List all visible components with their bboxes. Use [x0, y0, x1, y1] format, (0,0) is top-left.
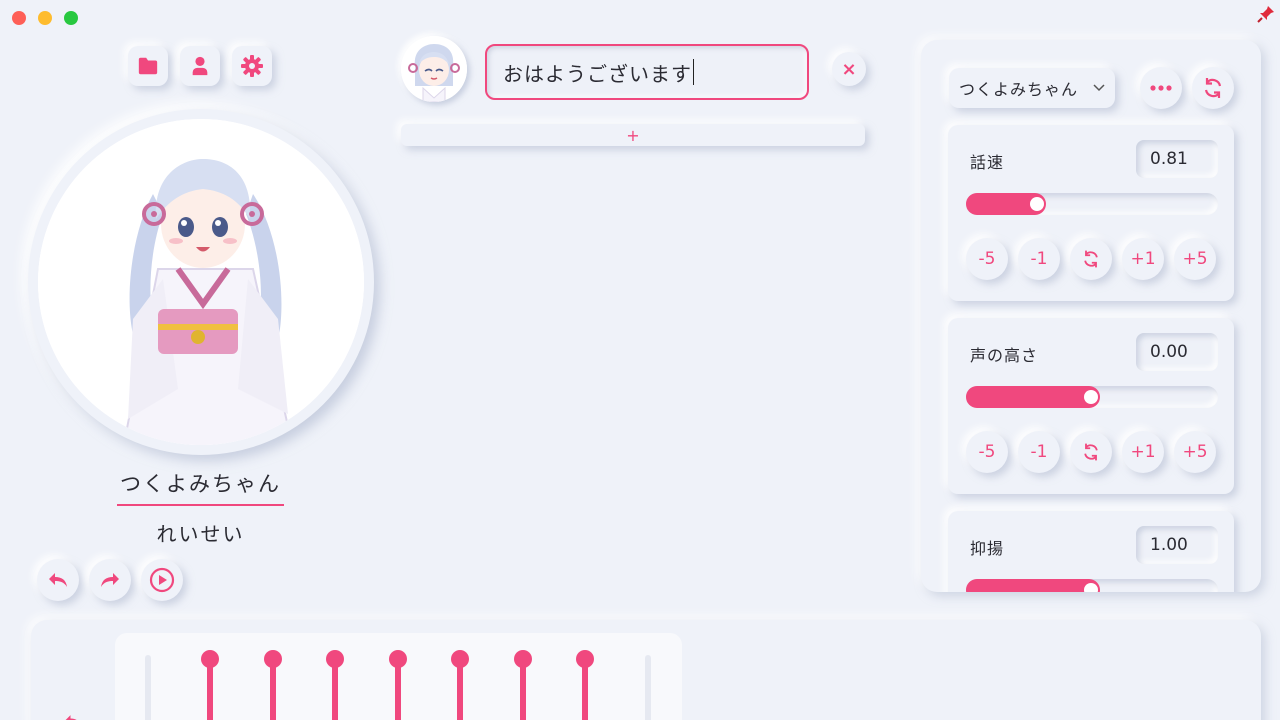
- param-value-input[interactable]: 1.00: [1136, 526, 1218, 564]
- character-name[interactable]: つくよみちゃん: [117, 468, 284, 506]
- param-value-input[interactable]: 0.00: [1136, 333, 1218, 371]
- step-reset-button[interactable]: [1070, 238, 1112, 280]
- slider-thumb[interactable]: [1084, 390, 1098, 404]
- pin-icon[interactable]: [1256, 4, 1276, 24]
- accent-bar: [582, 659, 588, 720]
- param-slider[interactable]: [966, 579, 1218, 592]
- step-minus5-button[interactable]: -5: [966, 238, 1008, 280]
- speaker-avatar[interactable]: [401, 36, 467, 102]
- user-icon: [192, 56, 208, 76]
- param-label: 抑揚: [970, 539, 1005, 558]
- refresh-icon: [1084, 250, 1098, 268]
- parameter-panel: つくよみちゃん 話速 0.81 -5 -1 +1 +5 声の高さ 0.00 -5…: [921, 40, 1261, 592]
- refresh-icon: [1204, 78, 1222, 98]
- style-name[interactable]: れいせい: [117, 518, 284, 547]
- clear-text-button[interactable]: ×: [832, 52, 866, 86]
- undo-icon: [49, 573, 67, 587]
- accent-bar: [457, 659, 463, 720]
- undo-icon: [65, 715, 77, 720]
- accent-knob[interactable]: [264, 650, 282, 668]
- step-plus5-button[interactable]: +5: [1174, 238, 1216, 280]
- slider-fill: [966, 386, 1100, 408]
- param-card-speed: 話速 0.81 -5 -1 +1 +5: [948, 125, 1234, 301]
- step-reset-button[interactable]: [1070, 431, 1112, 473]
- accent-rail-left: [145, 655, 151, 720]
- text-caret: [693, 59, 694, 85]
- accent-knob[interactable]: [389, 650, 407, 668]
- add-line-button[interactable]: +: [401, 124, 865, 146]
- plus-icon: +: [626, 125, 640, 145]
- step-minus1-button[interactable]: -1: [1018, 238, 1060, 280]
- folder-icon: [138, 57, 158, 75]
- param-slider[interactable]: [966, 193, 1218, 215]
- avatar-illustration: [401, 36, 467, 102]
- text-input[interactable]: おはようございます: [485, 44, 809, 100]
- more-options-button[interactable]: [1140, 67, 1182, 109]
- accent-knob[interactable]: [576, 650, 594, 668]
- maximize-window-button[interactable]: [64, 11, 78, 25]
- minimize-window-button[interactable]: [38, 11, 52, 25]
- param-slider[interactable]: [966, 386, 1218, 408]
- param-value-input[interactable]: 0.81: [1136, 140, 1218, 178]
- gear-icon: [241, 55, 263, 77]
- accent-knob[interactable]: [326, 650, 344, 668]
- settings-button[interactable]: [232, 46, 272, 86]
- step-minus1-button[interactable]: -1: [1018, 431, 1060, 473]
- accent-bar: [207, 659, 213, 720]
- slider-thumb[interactable]: [1030, 197, 1044, 211]
- play-icon: [149, 567, 175, 593]
- open-folder-button[interactable]: [128, 46, 168, 86]
- accent-knob[interactable]: [514, 650, 532, 668]
- speaker-select-value: つくよみちゃん: [959, 80, 1079, 99]
- slider-fill: [966, 579, 1100, 592]
- step-plus1-button[interactable]: +1: [1122, 238, 1164, 280]
- step-plus1-button[interactable]: +1: [1122, 431, 1164, 473]
- speaker-select[interactable]: つくよみちゃん: [949, 68, 1115, 108]
- accent-rail-right: [645, 655, 651, 720]
- param-label: 声の高さ: [970, 346, 1039, 365]
- accent-knob[interactable]: [451, 650, 469, 668]
- undo-button[interactable]: [37, 559, 79, 601]
- param-label: 話速: [970, 153, 1005, 172]
- accent-bar: [332, 659, 338, 720]
- accent-bar: [520, 659, 526, 720]
- accent-knob[interactable]: [201, 650, 219, 668]
- redo-icon: [101, 573, 119, 587]
- character-button[interactable]: [180, 46, 220, 86]
- redo-button[interactable]: [89, 559, 131, 601]
- refresh-icon: [1084, 443, 1098, 461]
- reset-all-button[interactable]: [1192, 67, 1234, 109]
- step-plus5-button[interactable]: +5: [1174, 431, 1216, 473]
- chevron-down-icon: [1093, 84, 1105, 92]
- character-portrait: [28, 109, 374, 455]
- more-icon: [1150, 85, 1172, 91]
- accent-bar: [395, 659, 401, 720]
- close-window-button[interactable]: [12, 11, 26, 25]
- close-icon: ×: [841, 58, 857, 80]
- param-card-intonation: 抑揚 1.00: [948, 511, 1234, 592]
- accent-editor: [115, 633, 682, 720]
- accent-bar: [270, 659, 276, 720]
- step-minus5-button[interactable]: -5: [966, 431, 1008, 473]
- text-input-value: おはようございます: [503, 61, 692, 86]
- param-card-pitch: 声の高さ 0.00 -5 -1 +1 +5: [948, 318, 1234, 494]
- slider-thumb[interactable]: [1084, 583, 1098, 592]
- play-button[interactable]: [141, 559, 183, 601]
- character-illustration: [38, 119, 364, 445]
